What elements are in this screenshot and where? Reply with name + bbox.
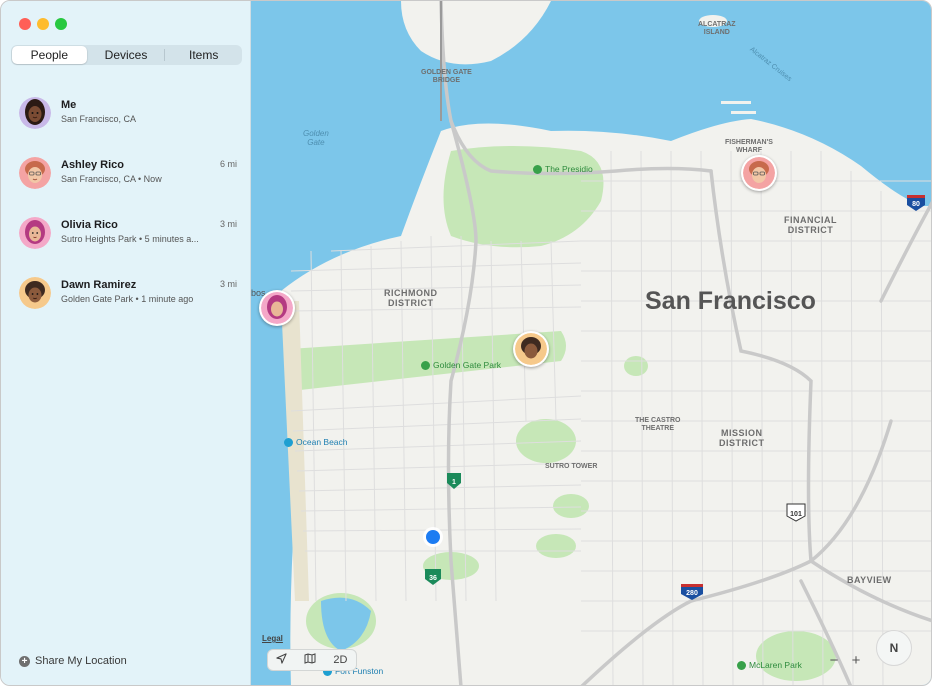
- avatar-ashley: [19, 157, 51, 189]
- zoom-out-button[interactable]: −: [830, 652, 839, 669]
- label-golden-gate-park: Golden Gate Park: [421, 360, 501, 370]
- financial-district-text: FINANCIAL DISTRICT: [784, 215, 837, 235]
- label-ocean-beach: Ocean Beach: [284, 437, 348, 447]
- tab-devices[interactable]: Devices: [89, 46, 164, 64]
- hwy-36-label: 36: [429, 575, 437, 582]
- golden-gate-park-text: Golden Gate Park: [433, 360, 501, 370]
- fishermans-wharf-text: FISHERMAN'S WHARF: [725, 139, 773, 154]
- label-sutro-tower: SUTRO TOWER: [545, 463, 597, 471]
- richmond-district-text: RICHMOND DISTRICT: [384, 288, 438, 308]
- park-icon: [533, 165, 542, 174]
- beach-icon: [284, 438, 293, 447]
- map-pin-olivia[interactable]: [259, 290, 295, 326]
- label-mclaren-park: McLaren Park: [737, 660, 802, 670]
- person-distance: 6 mi: [220, 159, 237, 169]
- olivia-pin-avatar: [261, 292, 293, 324]
- person-name: Olivia Rico: [61, 219, 118, 231]
- label-golden-gate-bridge: GOLDEN GATE BRIDGE: [421, 69, 472, 85]
- zoom-controls: − +: [823, 649, 867, 671]
- label-fishermans-wharf: FISHERMAN'S WHARF: [725, 139, 773, 155]
- mission-district-text: MISSION DISTRICT: [719, 428, 765, 448]
- map-controls: 2D: [267, 649, 357, 671]
- person-distance: 3 mi: [220, 279, 237, 289]
- golden-gate-bridge-text: GOLDEN GATE BRIDGE: [421, 69, 472, 84]
- hwy-280-label: 280: [686, 590, 698, 597]
- label-golden-gate-water: Golden Gate: [303, 129, 329, 147]
- person-name: Ashley Rico: [61, 159, 124, 171]
- mclaren-park-text: McLaren Park: [749, 660, 802, 670]
- label-bayview: BAYVIEW: [847, 575, 892, 585]
- avatar-olivia: [19, 217, 51, 249]
- tab-divider: [164, 49, 165, 61]
- location-arrow-icon[interactable]: [276, 653, 287, 667]
- label-castro-theatre: THE CASTRO THEATRE: [635, 417, 681, 433]
- zoom-in-button[interactable]: +: [852, 652, 861, 669]
- share-my-location-button[interactable]: + Share My Location: [19, 655, 127, 667]
- find-my-window: People Devices Items Me San Francisco, C…: [0, 0, 932, 686]
- label-city: San Francisco: [645, 287, 816, 316]
- avatar-me: [19, 97, 51, 129]
- legal-link[interactable]: Legal: [262, 634, 283, 643]
- person-item-olivia-rico[interactable]: Olivia Rico Sutro Heights Park • 5 minut…: [1, 205, 251, 261]
- person-item-dawn-ramirez[interactable]: Dawn Ramirez Golden Gate Park • 1 minute…: [1, 265, 251, 321]
- label-mission-district: MISSION DISTRICT: [719, 428, 765, 448]
- person-name: Dawn Ramirez: [61, 279, 136, 291]
- map-canvas[interactable]: 1 36 101 280 80: [251, 1, 932, 686]
- compass-button[interactable]: N: [876, 630, 912, 666]
- me-location-dot: [426, 530, 440, 544]
- zoom-button[interactable]: [55, 18, 67, 30]
- compass-north-label: N: [890, 641, 899, 655]
- label-richmond-district: RICHMOND DISTRICT: [384, 288, 438, 308]
- person-location: Golden Gate Park • 1 minute ago: [61, 294, 193, 304]
- share-label: Share My Location: [35, 655, 127, 667]
- hwy-101-label: 101: [790, 511, 802, 518]
- tab-items[interactable]: Items: [166, 46, 241, 64]
- dawn-pin-avatar: [515, 333, 547, 365]
- bayview-text: BAYVIEW: [847, 575, 892, 585]
- person-location: Sutro Heights Park • 5 minutes a...: [61, 234, 199, 244]
- map-pin-ashley[interactable]: [741, 155, 777, 191]
- person-location: San Francisco, CA: [61, 114, 136, 124]
- ashley-pin-avatar: [743, 157, 775, 189]
- person-distance: 3 mi: [220, 219, 237, 229]
- park-icon: [737, 661, 746, 670]
- map-pin-dawn[interactable]: [513, 331, 549, 367]
- person-name: Me: [61, 99, 76, 111]
- golden-gate-water-text: Golden Gate: [303, 129, 329, 147]
- hwy-1-label: 1: [452, 479, 456, 486]
- ocean-beach-text: Ocean Beach: [296, 437, 348, 447]
- plus-circle-icon: +: [19, 656, 30, 667]
- tab-segmented-control: People Devices Items: [11, 45, 242, 65]
- alcatraz-text: ALCATRAZ ISLAND: [698, 21, 736, 36]
- label-presidio: The Presidio: [533, 164, 593, 174]
- map-icon[interactable]: [304, 653, 316, 667]
- label-alcatraz: ALCATRAZ ISLAND: [698, 21, 736, 37]
- 2d-toggle-button[interactable]: 2D: [333, 654, 347, 666]
- tab-people[interactable]: People: [12, 46, 87, 64]
- avatar-dawn: [19, 277, 51, 309]
- presidio-text: The Presidio: [545, 164, 593, 174]
- minimize-button[interactable]: [37, 18, 49, 30]
- person-item-me[interactable]: Me San Francisco, CA: [1, 85, 251, 141]
- park-icon: [421, 361, 430, 370]
- map-view[interactable]: 1 36 101 280 80 RICHMOND DISTRICT FINANC…: [251, 1, 932, 686]
- sidebar: People Devices Items Me San Francisco, C…: [1, 1, 251, 686]
- hwy-80-label: 80: [912, 201, 920, 208]
- castro-theatre-text: THE CASTRO THEATRE: [635, 417, 681, 432]
- person-location: San Francisco, CA • Now: [61, 174, 162, 184]
- label-financial-district: FINANCIAL DISTRICT: [784, 215, 837, 235]
- close-button[interactable]: [19, 18, 31, 30]
- person-item-ashley-rico[interactable]: Ashley Rico San Francisco, CA • Now 6 mi: [1, 145, 251, 201]
